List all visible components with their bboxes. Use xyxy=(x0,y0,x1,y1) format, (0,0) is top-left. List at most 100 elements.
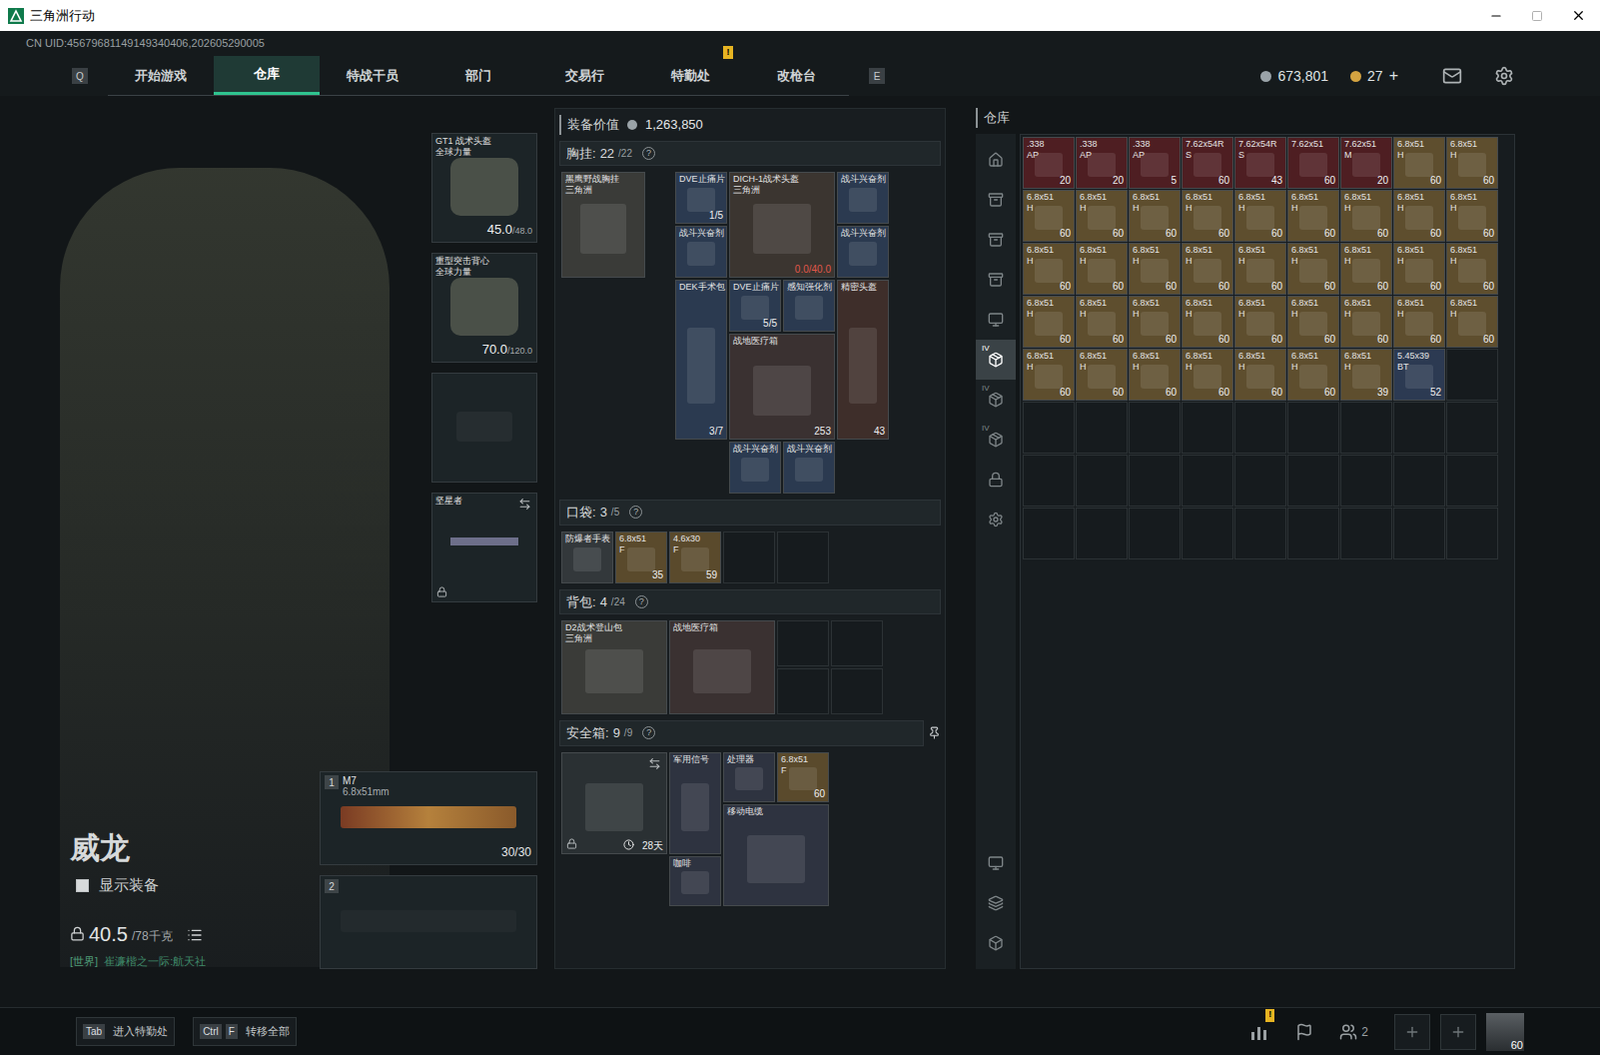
item-cell[interactable]: 战斗兴奋剂 xyxy=(836,171,889,224)
empty-slot[interactable] xyxy=(1287,507,1340,560)
item-cell[interactable]: 5.45x39BT52 xyxy=(1393,348,1446,401)
nav-tab[interactable]: 改枪台 xyxy=(743,55,849,95)
item-cell[interactable]: 6.8x51H60 xyxy=(1181,189,1234,242)
item-cell[interactable]: 战斗兴奋剂 xyxy=(729,441,782,494)
key-hint[interactable]: Tab进入特勤处 xyxy=(75,1016,175,1046)
gear-slot[interactable] xyxy=(431,372,538,483)
item-cell[interactable]: 6.8x51H60 xyxy=(1446,189,1499,242)
item-cell[interactable]: 战地医疗箱253 xyxy=(729,333,835,440)
item-cell[interactable]: 7.62x5160 xyxy=(1287,136,1340,189)
player-avatar[interactable]: 60 xyxy=(1486,1012,1525,1051)
item-cell[interactable]: 移动电缆 xyxy=(723,803,829,906)
item-cell[interactable]: 6.8x51H60 xyxy=(1075,189,1128,242)
help-icon[interactable]: ? xyxy=(642,726,656,740)
item-cell[interactable]: .338AP5 xyxy=(1128,136,1181,189)
item-cell[interactable]: 战地医疗箱 xyxy=(669,620,776,715)
item-cell[interactable]: 6.8x51H60 xyxy=(1022,242,1075,295)
warehouse-tab[interactable] xyxy=(975,299,1016,340)
swap-icon[interactable] xyxy=(648,757,662,771)
warehouse-tab[interactable] xyxy=(975,179,1016,220)
empty-slot[interactable] xyxy=(1128,401,1181,454)
item-cell[interactable]: 6.8x51H60 xyxy=(1022,189,1075,242)
empty-slot[interactable] xyxy=(1446,401,1499,454)
item-cell[interactable]: 战斗兴奋剂 xyxy=(675,225,728,278)
empty-slot[interactable] xyxy=(723,531,776,584)
weapon-slot[interactable]: 1M76.8x51mm30/30 xyxy=(319,771,538,865)
item-cell[interactable]: 4.6x30F59 xyxy=(669,531,722,584)
nav-tab[interactable]: 特战干员 xyxy=(319,55,426,95)
item-cell[interactable]: 6.8x51H60 xyxy=(1393,295,1446,348)
empty-slot[interactable] xyxy=(1075,454,1128,507)
item-cell[interactable]: 6.8x51H60 xyxy=(1393,136,1446,189)
item-cell[interactable]: 6.8x51H60 xyxy=(1446,136,1499,189)
empty-slot[interactable] xyxy=(1022,454,1075,507)
item-cell[interactable]: 6.8x51H60 xyxy=(1022,295,1075,348)
mail-icon[interactable] xyxy=(1442,65,1463,86)
empty-slot[interactable] xyxy=(1340,454,1393,507)
empty-slot[interactable] xyxy=(1340,507,1393,560)
empty-slot[interactable] xyxy=(1393,454,1446,507)
gear-slot[interactable]: GT1 战术头盔全球力量45.0/48.0 xyxy=(431,132,538,243)
gear-slot[interactable]: 重型突击背心全球力量70.0/120.0 xyxy=(431,252,538,363)
friends[interactable]: 2 xyxy=(1339,1022,1369,1041)
item-cell[interactable]: 6.8x51H60 xyxy=(1287,295,1340,348)
empty-slot[interactable] xyxy=(1287,454,1340,507)
nav-tab[interactable]: 特勤处! xyxy=(637,55,744,95)
empty-slot[interactable] xyxy=(1340,401,1393,454)
empty-slot[interactable] xyxy=(1022,401,1075,454)
warehouse-tab[interactable] xyxy=(975,259,1016,300)
empty-slot[interactable] xyxy=(1234,401,1287,454)
help-icon[interactable]: ? xyxy=(642,146,656,160)
invite-slot[interactable] xyxy=(1440,1013,1477,1050)
item-cell[interactable]: 6.8x51H60 xyxy=(1287,189,1340,242)
warehouse-tab[interactable] xyxy=(975,499,1016,540)
item-cell[interactable]: 战斗兴奋剂 xyxy=(783,441,835,494)
empty-slot[interactable] xyxy=(1234,507,1287,560)
item-cell[interactable]: 6.8x51F35 xyxy=(615,531,668,584)
item-cell[interactable]: 6.8x51F60 xyxy=(777,752,829,802)
nav-tab[interactable]: 开始游戏 xyxy=(107,55,214,95)
stats-icon[interactable] xyxy=(1249,1022,1270,1041)
item-cell[interactable]: D2战术登山包三角洲 xyxy=(561,620,668,715)
item-cell[interactable]: 6.8x51H60 xyxy=(1181,242,1234,295)
empty-slot[interactable] xyxy=(1075,401,1128,454)
empty-slot[interactable] xyxy=(777,531,829,584)
item-cell[interactable]: 6.8x51H60 xyxy=(1234,242,1287,295)
item-cell[interactable]: 6.8x51H60 xyxy=(1446,242,1499,295)
gear-slot[interactable]: 坚星者 xyxy=(431,492,538,603)
item-cell[interactable]: 防爆者手表 xyxy=(561,531,614,584)
empty-slot[interactable] xyxy=(1128,507,1181,560)
empty-slot[interactable] xyxy=(1287,401,1340,454)
empty-slot[interactable] xyxy=(830,620,883,667)
item-cell[interactable]: 7.62x54RS60 xyxy=(1181,136,1234,189)
item-cell[interactable]: DVE止痛片5/5 xyxy=(729,279,782,332)
item-cell[interactable]: 7.62x51M20 xyxy=(1340,136,1393,189)
maximize-icon[interactable] xyxy=(1531,9,1544,22)
warehouse-tab[interactable] xyxy=(975,139,1016,180)
warehouse-tab[interactable]: IV xyxy=(975,419,1016,460)
warehouse-tab[interactable] xyxy=(975,459,1016,500)
item-cell[interactable]: .338AP20 xyxy=(1022,136,1075,189)
item-cell[interactable]: 6.8x51H60 xyxy=(1128,295,1181,348)
item-cell[interactable]: 6.8x51H60 xyxy=(1075,295,1128,348)
item-cell[interactable]: 处理器 xyxy=(723,752,776,802)
add-tokens[interactable]: + xyxy=(1389,63,1399,88)
item-cell[interactable]: DVE止痛片1/5 xyxy=(675,171,728,224)
item-cell[interactable]: 6.8x51H60 xyxy=(1393,242,1446,295)
help-icon[interactable]: ? xyxy=(629,505,643,519)
nav-tab[interactable]: 仓库 xyxy=(213,55,320,95)
pin-icon[interactable] xyxy=(927,726,941,740)
nav-tab[interactable]: 交易行 xyxy=(531,55,638,95)
warehouse-tab[interactable]: IV xyxy=(975,339,1016,380)
item-cell[interactable]: .338AP20 xyxy=(1075,136,1128,189)
weapon-slot[interactable]: 2 xyxy=(319,874,538,969)
item-cell[interactable]: 6.8x51H60 xyxy=(1022,348,1075,401)
empty-slot[interactable] xyxy=(777,620,829,667)
item-cell[interactable]: 6.8x51H60 xyxy=(1287,242,1340,295)
settings-icon[interactable] xyxy=(1494,65,1515,86)
item-cell[interactable]: 6.8x51H60 xyxy=(1075,242,1128,295)
item-cell[interactable]: 军用信号 xyxy=(669,752,722,854)
close-icon[interactable] xyxy=(1571,7,1587,23)
empty-slot[interactable] xyxy=(1022,507,1075,560)
empty-slot[interactable] xyxy=(1181,401,1234,454)
